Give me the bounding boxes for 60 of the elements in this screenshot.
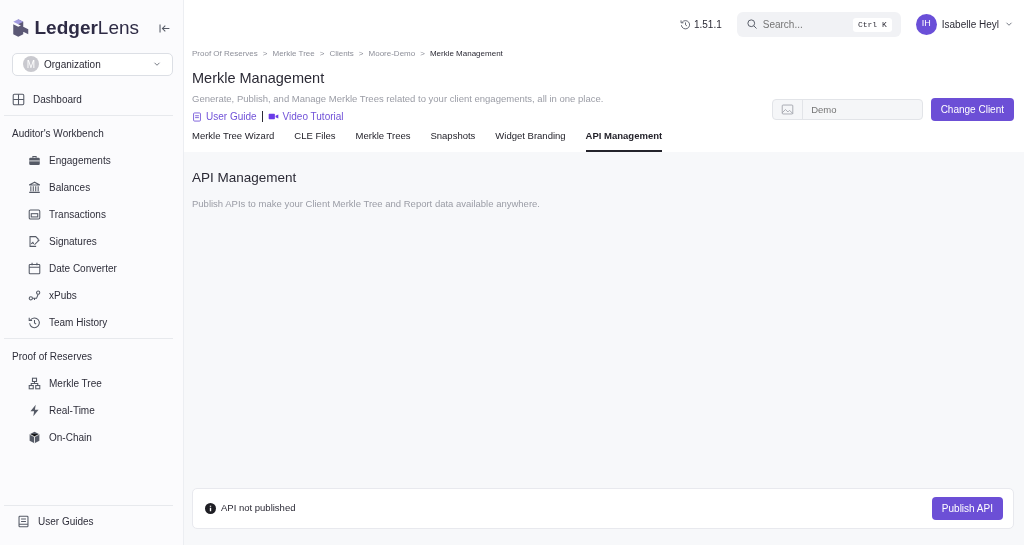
sidebar-item[interactable]: Transactions — [28, 200, 173, 228]
status-message: API not published — [221, 501, 296, 516]
section-description: Publish APIs to make your Client Merkle Tree and Report data available anywhere. — [192, 196, 541, 211]
breadcrumb[interactable]: Clients — [329, 48, 354, 60]
collapse-sidebar-icon — [157, 21, 171, 35]
breadcrumb: Merkle Management — [429, 48, 503, 60]
tab[interactable]: Merkle Tree Wizard — [192, 129, 275, 153]
change-client-button[interactable]: Change Client — [930, 98, 1014, 122]
history-icon — [28, 315, 41, 329]
sidebar-item[interactable]: Date Converter — [28, 254, 173, 282]
sidebar-item[interactable]: Merkle Tree — [28, 369, 173, 397]
document-pen-icon — [28, 234, 41, 248]
page-title: Merkle Management — [192, 70, 326, 88]
help-link[interactable]: Video Tutorial — [267, 109, 344, 125]
breadcrumb[interactable]: Proof Of Reserves — [192, 48, 258, 60]
tab[interactable]: Snapshots — [430, 129, 476, 153]
receipt-icon — [28, 207, 41, 221]
briefcase-icon — [28, 153, 41, 167]
key-chain-icon — [28, 288, 41, 302]
breadcrumb[interactable]: Moore-Demo — [368, 48, 416, 60]
client-field[interactable]: Demo — [772, 99, 924, 121]
cube-icon — [28, 430, 41, 444]
history-icon — [680, 18, 692, 30]
book-icon — [17, 515, 30, 528]
page-subtitle: Generate, Publish, and Manage Merkle Trees related to your client engagements, all in one place. — [192, 92, 605, 107]
book-icon — [192, 111, 202, 122]
sidebar-item[interactable]: Team History — [28, 308, 173, 336]
tab[interactable]: CLE Files — [294, 129, 336, 153]
version-label: 1.51.1 — [680, 16, 722, 32]
sidebar-item[interactable]: xPubs — [28, 281, 173, 309]
user-avatar: IH — [915, 13, 937, 35]
user-guides-link[interactable]: User Guides — [17, 508, 173, 535]
section-title: API Management — [192, 170, 298, 187]
bank-icon — [28, 180, 41, 194]
publish-api-button[interactable]: Publish API — [931, 497, 1003, 520]
user-menu[interactable]: IH Isabelle Heyl — [915, 13, 1014, 35]
breadcrumb-separator: > — [262, 48, 268, 60]
lightning-icon — [28, 403, 41, 417]
calendar-icon — [28, 261, 41, 275]
hierarchy-icon — [28, 376, 41, 390]
info-icon — [205, 503, 216, 514]
sidebar-item[interactable]: Signatures — [28, 227, 173, 255]
breadcrumb-separator: > — [358, 48, 364, 60]
breadcrumb-separator: > — [319, 48, 325, 60]
image-icon — [781, 103, 795, 117]
section-heading: Auditor's Workbench — [12, 126, 105, 141]
sidebar-item[interactable]: Engagements — [28, 146, 173, 174]
sidebar-item[interactable]: On-Chain — [28, 423, 173, 451]
section-heading: Proof of Reserves — [12, 349, 94, 364]
breadcrumb[interactable]: Merkle Tree — [272, 48, 315, 60]
help-link[interactable]: User Guide — [192, 109, 257, 125]
tab[interactable]: Widget Branding — [495, 129, 566, 153]
breadcrumb-separator: > — [420, 48, 425, 60]
dashboard-icon — [12, 92, 25, 106]
search-icon — [745, 17, 758, 30]
app-logo: LedgerLens — [34, 16, 140, 40]
tab[interactable]: Merkle Trees — [355, 129, 411, 153]
sidebar-item[interactable]: Balances — [28, 173, 173, 201]
sidebar-item[interactable]: Dashboard — [12, 85, 173, 113]
sidebar-item[interactable]: Real-Time — [28, 396, 173, 424]
